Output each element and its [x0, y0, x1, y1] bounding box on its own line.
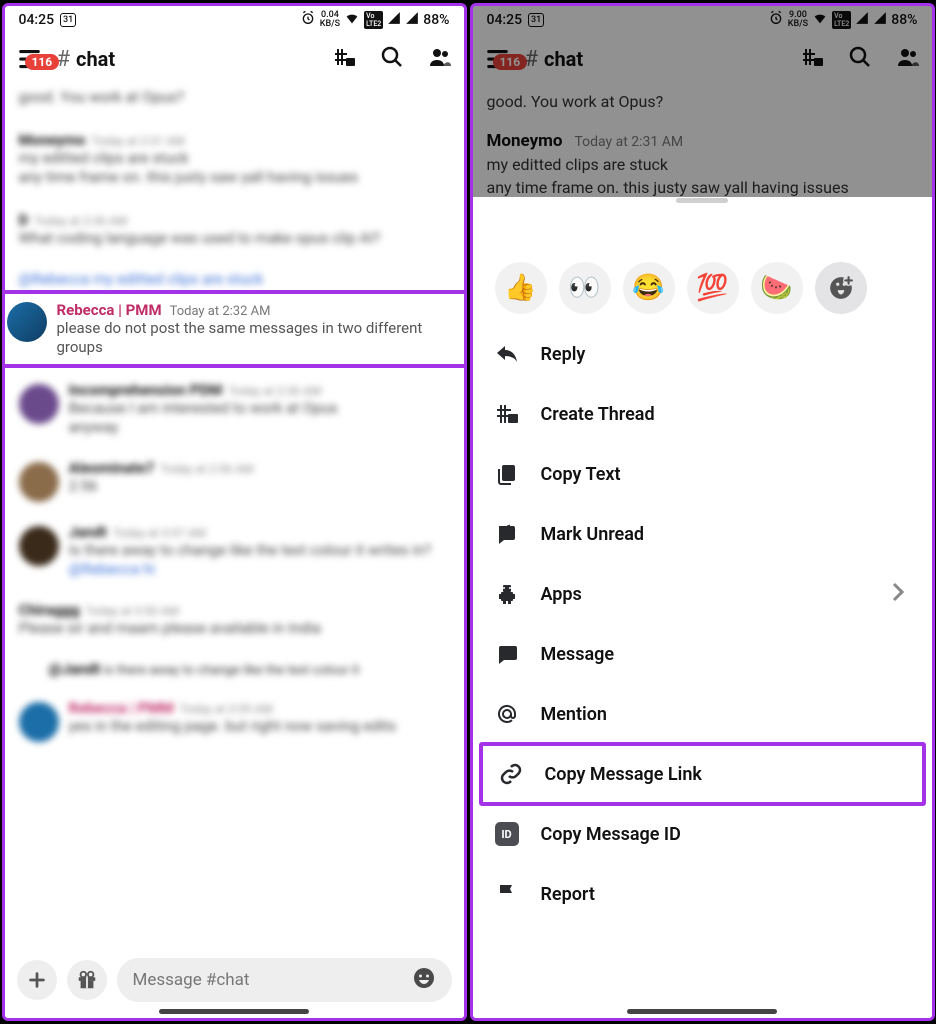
status-bar: 04:25 31 9.00KB/S VoLTE2 88% — [473, 6, 932, 34]
members-icon[interactable] — [428, 45, 452, 73]
sheet-grip[interactable] — [676, 198, 728, 203]
net-speed: 0.04KB/S — [320, 11, 340, 29]
search-icon[interactable] — [848, 45, 872, 73]
signal-icon — [387, 11, 401, 29]
message-author: Rebecca | PMM — [57, 301, 162, 319]
reaction-100[interactable]: 💯 — [687, 262, 739, 314]
menu-apps[interactable]: Apps — [473, 564, 932, 624]
battery-text: 88% — [891, 12, 917, 28]
net-speed: 9.00KB/S — [788, 11, 808, 29]
input-placeholder: Message #chat — [133, 970, 250, 990]
add-button[interactable] — [17, 960, 57, 1000]
reaction-add-icon[interactable] — [815, 262, 867, 314]
message-body: good. You work at Opus? — [487, 92, 918, 111]
emoji-icon[interactable] — [412, 966, 436, 995]
menu-copy-message-link[interactable]: Copy Message Link — [479, 742, 926, 806]
channel-navbar: 116 # chat — [5, 34, 464, 88]
avatar — [7, 302, 47, 342]
wifi-icon — [344, 10, 360, 30]
message-list-blurred: good. You work at Opus? MoneymoToday at … — [5, 88, 464, 290]
status-bar: 04:25 31 0.04KB/S VoLTE2 — [5, 6, 464, 34]
menu-copy-text[interactable]: Copy Text — [473, 444, 932, 504]
unread-badge: 116 — [25, 54, 60, 70]
alarm-icon — [300, 10, 316, 30]
id-icon: ID — [495, 822, 519, 846]
context-menu: Reply Create Thread Copy Text Mark Unrea… — [473, 324, 932, 924]
channel-title[interactable]: # chat — [57, 47, 322, 72]
menu-mention[interactable]: Mention — [473, 684, 932, 744]
screenshot-right: 04:25 31 9.00KB/S VoLTE2 88% 116 — [470, 3, 935, 1021]
chevron-right-icon — [886, 580, 910, 609]
menu-create-thread[interactable]: Create Thread — [473, 384, 932, 444]
message-body: please do not post the same messages in … — [57, 319, 462, 358]
menu-message[interactable]: Message — [473, 624, 932, 684]
search-icon[interactable] — [380, 45, 404, 73]
reaction-row: 👍 👀 😂 💯 🍉 — [473, 240, 932, 324]
action-sheet: 👍 👀 😂 💯 🍉 Reply Create Thread — [473, 240, 932, 1018]
highlighted-message[interactable]: Rebecca | PMM Today at 2:32 AM please do … — [2, 290, 467, 368]
status-time: 04:25 — [487, 12, 523, 28]
channel-title[interactable]: # chat — [525, 47, 790, 72]
message-body: any time frame on. this justy saw yall h… — [487, 178, 918, 197]
channel-navbar: 116 # chat — [473, 34, 932, 88]
message-list-blurred-lower: Incomprehension PDMToday at 2:36 AM Beca… — [5, 380, 464, 743]
message-input[interactable]: Message #chat — [117, 958, 452, 1002]
nav-handle — [627, 1009, 777, 1014]
menu-button[interactable]: 116 — [485, 44, 515, 74]
signal-icon-2 — [873, 11, 887, 29]
reaction-eyes[interactable]: 👀 — [559, 262, 611, 314]
calendar-icon: 31 — [528, 13, 544, 27]
gift-button[interactable] — [67, 960, 107, 1000]
threads-icon[interactable] — [800, 45, 824, 73]
wifi-icon — [812, 10, 828, 30]
volte-icon: VoLTE2 — [832, 11, 851, 29]
visible-messages: good. You work at Opus? Moneymo Today at… — [473, 92, 932, 197]
reaction-thumbs-up[interactable]: 👍 — [495, 262, 547, 314]
menu-mark-unread[interactable]: Mark Unread — [473, 504, 932, 564]
signal-icon — [855, 11, 869, 29]
message-body: my editted clips are stuck — [487, 155, 918, 174]
calendar-icon: 31 — [60, 13, 76, 27]
menu-reply[interactable]: Reply — [473, 324, 932, 384]
unread-badge: 116 — [493, 54, 528, 70]
reaction-watermelon[interactable]: 🍉 — [751, 262, 803, 314]
nav-handle — [159, 1009, 309, 1014]
battery-text: 88% — [423, 12, 449, 28]
screenshot-left: 04:25 31 0.04KB/S VoLTE2 — [2, 3, 467, 1021]
threads-icon[interactable] — [332, 45, 356, 73]
signal-icon-2 — [405, 11, 419, 29]
message-time: Today at 2:32 AM — [170, 304, 271, 319]
members-icon[interactable] — [896, 45, 920, 73]
composer: Message #chat — [5, 948, 464, 1018]
message-author: Moneymo — [487, 131, 563, 151]
message-time: Today at 2:31 AM — [574, 134, 683, 150]
menu-button[interactable]: 116 — [17, 44, 47, 74]
menu-copy-message-id[interactable]: ID Copy Message ID — [473, 804, 932, 864]
alarm-icon — [768, 10, 784, 30]
volte-icon: VoLTE2 — [364, 11, 383, 29]
reaction-laugh[interactable]: 😂 — [623, 262, 675, 314]
menu-report[interactable]: Report — [473, 864, 932, 924]
status-time: 04:25 — [19, 12, 55, 28]
